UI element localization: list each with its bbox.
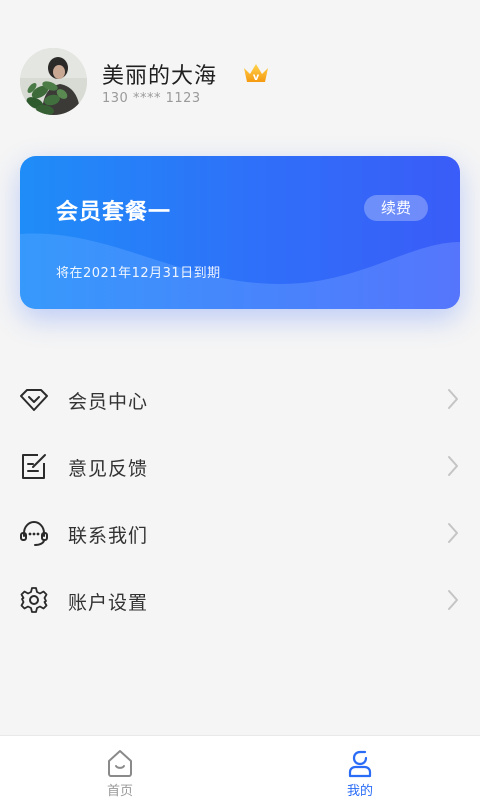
bottom-tab-bar: 首页 我的 <box>0 735 480 800</box>
tab-label: 首页 <box>106 784 133 799</box>
profile-page: 美丽的大海 v 130 **** 1123 会员套餐一 续费 将在2021年12… <box>0 0 480 800</box>
phone-number: 130 **** 1123 <box>102 91 201 106</box>
avatar[interactable] <box>20 48 87 115</box>
menu-item-account-settings[interactable]: 账户设置 <box>0 567 480 634</box>
vip-crown-icon: v <box>242 60 270 86</box>
headset-icon <box>20 520 48 546</box>
username: 美丽的大海 <box>102 64 218 89</box>
chevron-right-icon <box>448 590 458 610</box>
tab-mine[interactable]: 我的 <box>240 736 480 800</box>
gear-icon <box>20 587 48 613</box>
menu-item-label: 会员中心 <box>68 391 149 413</box>
membership-card[interactable]: 会员套餐一 续费 将在2021年12月31日到期 <box>20 156 460 309</box>
profile-icon <box>348 750 372 778</box>
menu-item-label: 意见反馈 <box>68 458 149 480</box>
home-icon <box>108 750 132 777</box>
chevron-right-icon <box>448 389 458 409</box>
menu-item-contact-us[interactable]: 联系我们 <box>0 500 480 567</box>
chevron-right-icon <box>448 523 458 543</box>
feedback-edit-icon <box>22 454 46 479</box>
vip-badge-letter: v <box>253 72 260 83</box>
renew-button[interactable]: 续费 <box>364 195 428 221</box>
avatar-image <box>20 48 87 115</box>
menu-item-label: 账户设置 <box>68 592 149 614</box>
settings-menu: 会员中心 意见反馈 联系我们 账户设置 <box>0 366 480 634</box>
tab-home[interactable]: 首页 <box>0 736 240 800</box>
membership-expiry-text: 将在2021年12月31日到期 <box>56 266 221 281</box>
membership-plan-name: 会员套餐一 <box>56 200 172 225</box>
card-wave-decoration <box>20 233 460 309</box>
profile-header: 美丽的大海 v 130 **** 1123 <box>20 48 460 116</box>
menu-item-feedback[interactable]: 意见反馈 <box>0 433 480 500</box>
chevron-right-icon <box>448 456 458 476</box>
diamond-icon <box>20 389 48 411</box>
menu-item-label: 联系我们 <box>68 525 149 547</box>
tab-label: 我的 <box>346 784 373 799</box>
menu-item-member-center[interactable]: 会员中心 <box>0 366 480 433</box>
